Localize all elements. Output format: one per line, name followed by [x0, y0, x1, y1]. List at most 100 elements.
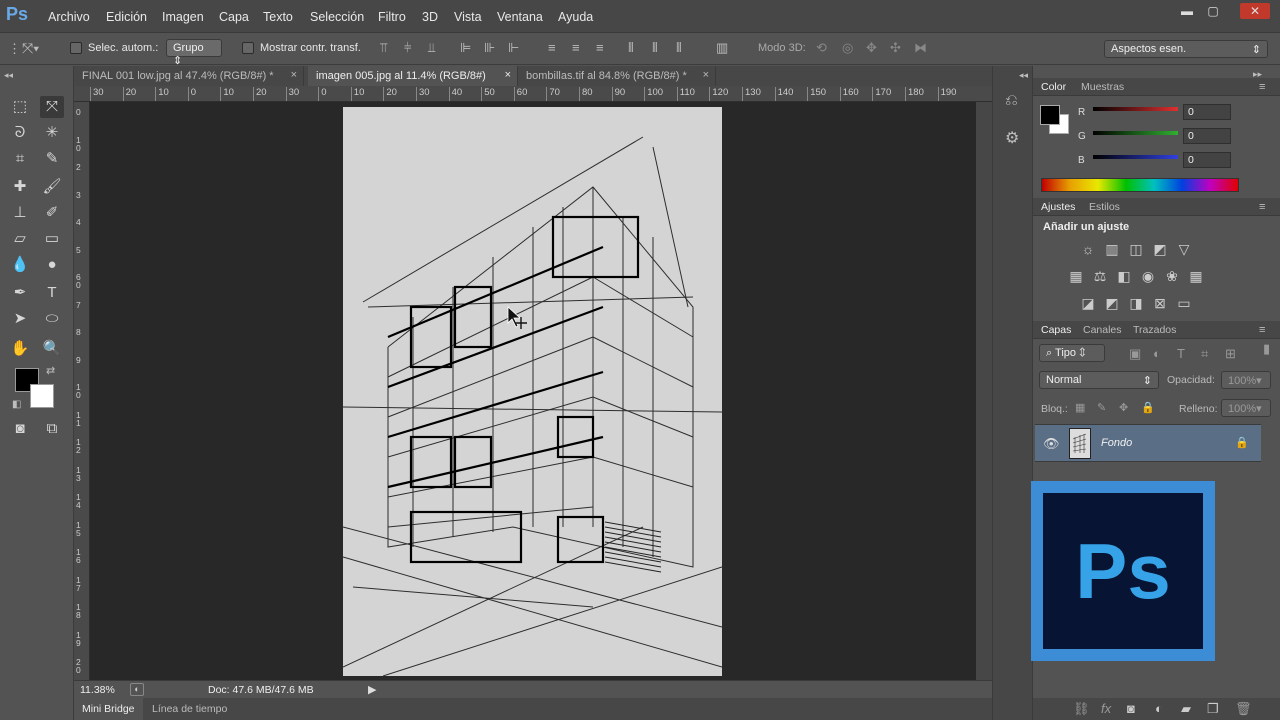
layer-row[interactable]: 👁 Fondo 🔒 — [1035, 424, 1261, 462]
healing-brush-tool-icon[interactable]: ✚ — [8, 176, 32, 198]
distribute-bottom-icon[interactable]: ≡ — [596, 41, 604, 55]
lasso-tool-icon[interactable]: ᘐ — [8, 122, 32, 144]
close-tab-icon[interactable]: × — [703, 69, 709, 81]
quick-mask-icon[interactable]: ◙ — [8, 418, 32, 440]
filter-toggle-icon[interactable]: ▮ — [1263, 342, 1270, 356]
tab-mini-bridge[interactable]: Mini Bridge — [74, 698, 143, 720]
vibrance-icon[interactable]: ▽ — [1175, 240, 1193, 258]
brush-tool-icon[interactable]: 🖌 — [40, 176, 64, 198]
hand-tool-icon[interactable]: ✋ — [8, 338, 32, 360]
lock-position-icon[interactable]: ✥ — [1119, 401, 1128, 415]
panel-menu-icon[interactable]: ≡ — [1259, 80, 1265, 94]
menu-imagen[interactable]: Imagen — [162, 10, 204, 24]
tab-timeline[interactable]: Línea de tiempo — [152, 703, 227, 715]
lock-all-icon[interactable]: 🔒 — [1141, 401, 1155, 415]
blur-tool-icon[interactable]: 💧 — [8, 254, 32, 276]
filter-smart-icon[interactable]: ⊞ — [1225, 347, 1236, 361]
exposure-icon[interactable]: ◩ — [1151, 240, 1169, 258]
clone-stamp-tool-icon[interactable]: ⊥ — [8, 202, 32, 224]
lock-pixels-icon[interactable]: ✎ — [1097, 401, 1106, 415]
screen-mode-icon[interactable]: ⧉ — [40, 418, 64, 440]
visibility-eye-icon[interactable]: 👁 — [1043, 437, 1060, 451]
dodge-tool-icon[interactable]: ● — [40, 254, 64, 276]
workspace-dropdown[interactable]: Aspectos esen. ⇕ — [1104, 40, 1268, 58]
menu-ayuda[interactable]: Ayuda — [558, 10, 593, 24]
default-colors-icon[interactable]: ◧ — [12, 398, 21, 412]
move-tool-preset-icon[interactable]: ⤧▾ — [22, 41, 39, 55]
selective-color-icon[interactable]: ▭ — [1175, 294, 1193, 312]
menu-3d[interactable]: 3D — [422, 10, 438, 24]
zoom-tool-icon[interactable]: 🔍 — [40, 338, 64, 360]
channel-r-slider[interactable] — [1093, 107, 1178, 111]
collapse-tools-icon[interactable]: ◂◂ — [4, 68, 13, 82]
distribute-right-icon[interactable]: ⦀ — [676, 41, 682, 55]
color-lookup-icon[interactable]: ▦ — [1187, 267, 1205, 285]
filter-shape-icon[interactable]: ⌗ — [1201, 347, 1208, 361]
show-transform-checkbox[interactable] — [242, 42, 254, 54]
status-info-icon[interactable]: ◐ — [130, 683, 144, 696]
distribute-vcenter-icon[interactable]: ≡ — [572, 41, 580, 55]
document-image[interactable] — [342, 107, 723, 677]
gradient-map-icon[interactable]: ⊠ — [1151, 294, 1169, 312]
close-tab-icon[interactable]: × — [291, 69, 297, 81]
roll-3d-icon[interactable]: ◎ — [842, 41, 853, 55]
layer-style-icon[interactable]: fx — [1101, 702, 1111, 716]
distribute-top-icon[interactable]: ≡ — [548, 41, 556, 55]
new-group-icon[interactable]: ▰ — [1181, 702, 1191, 716]
auto-select-checkbox[interactable] — [70, 42, 82, 54]
status-menu-arrow-icon[interactable]: ▶ — [368, 683, 376, 696]
lock-transparent-icon[interactable]: ▦ — [1075, 401, 1085, 415]
scale-3d-icon[interactable]: ⧓ — [914, 41, 927, 55]
close-tab-icon[interactable]: × — [505, 69, 511, 81]
levels-icon[interactable]: ▥ — [1103, 240, 1121, 258]
tab-color[interactable]: Color — [1041, 81, 1066, 93]
marquee-tool-icon[interactable]: ⬚ — [8, 96, 32, 118]
auto-select-target-dropdown[interactable]: Grupo ⇕ — [166, 39, 222, 67]
menu-vista[interactable]: Vista — [454, 10, 482, 24]
tab-paths[interactable]: Trazados — [1133, 324, 1176, 336]
auto-align-icon[interactable]: ▥ — [716, 41, 728, 55]
align-hcenter-icon[interactable]: ⊪ — [484, 41, 495, 55]
menu-seleccion[interactable]: Selección — [310, 10, 364, 24]
layer-name[interactable]: Fondo — [1101, 437, 1132, 449]
minimize-button[interactable]: ▬ — [1175, 3, 1199, 19]
distribute-hcenter-icon[interactable]: ⦀ — [652, 41, 658, 55]
rotate-3d-icon[interactable]: ⟲ — [816, 41, 827, 55]
layer-filter-dropdown[interactable]: ⌕ Tipo ⇕ — [1039, 344, 1105, 362]
magic-wand-tool-icon[interactable]: ✳ — [40, 122, 64, 144]
blend-mode-dropdown[interactable]: Normal ⇕ — [1039, 371, 1159, 389]
pan-3d-icon[interactable]: ✥ — [866, 41, 877, 55]
align-top-icon[interactable]: ⫪ — [380, 41, 387, 55]
distribute-left-icon[interactable]: ⦀ — [628, 41, 634, 55]
color-fg-swatch[interactable] — [1040, 105, 1060, 125]
channel-r-input[interactable]: 0 — [1183, 104, 1231, 120]
tab-swatches[interactable]: Muestras — [1081, 81, 1124, 93]
ellipse-tool-icon[interactable]: ⬭ — [40, 308, 64, 330]
tab-styles[interactable]: Estilos — [1089, 201, 1120, 213]
menu-texto[interactable]: Texto — [263, 10, 293, 24]
filter-pixel-icon[interactable]: ▣ — [1129, 347, 1141, 361]
opacity-input[interactable]: 100%▾ — [1221, 371, 1271, 389]
tab-adjustments[interactable]: Ajustes — [1041, 201, 1075, 213]
curves-icon[interactable]: ◫ — [1127, 240, 1145, 258]
restore-button[interactable]: ▢ — [1201, 3, 1225, 19]
history-brush-tool-icon[interactable]: ✐ — [40, 202, 64, 224]
tab-final-001[interactable]: FINAL 001 low.jpg al 47.4% (RGB/8#) * × — [74, 66, 304, 86]
swap-colors-icon[interactable]: ⇄ — [46, 364, 55, 378]
crop-tool-icon[interactable]: ⌗ — [8, 148, 32, 170]
collapse-dock-icon[interactable]: ◂◂ — [1019, 68, 1028, 82]
channel-b-input[interactable]: 0 — [1183, 152, 1231, 168]
threshold-icon[interactable]: ◨ — [1127, 294, 1145, 312]
filter-type-icon[interactable]: T — [1177, 347, 1185, 361]
close-button[interactable]: ✕ — [1240, 3, 1270, 19]
type-tool-icon[interactable]: T — [40, 282, 64, 304]
brightness-contrast-icon[interactable]: ☼ — [1079, 240, 1097, 258]
adjustment-layer-icon[interactable]: ◐ — [1155, 702, 1163, 716]
channel-g-input[interactable]: 0 — [1183, 128, 1231, 144]
panel-menu-icon[interactable]: ≡ — [1259, 200, 1265, 214]
add-mask-icon[interactable]: ◙ — [1127, 702, 1135, 716]
panel-menu-icon[interactable]: ≡ — [1259, 323, 1265, 337]
menu-capa[interactable]: Capa — [219, 10, 249, 24]
fill-input[interactable]: 100%▾ — [1221, 399, 1271, 417]
menu-archivo[interactable]: Archivo — [48, 10, 90, 24]
